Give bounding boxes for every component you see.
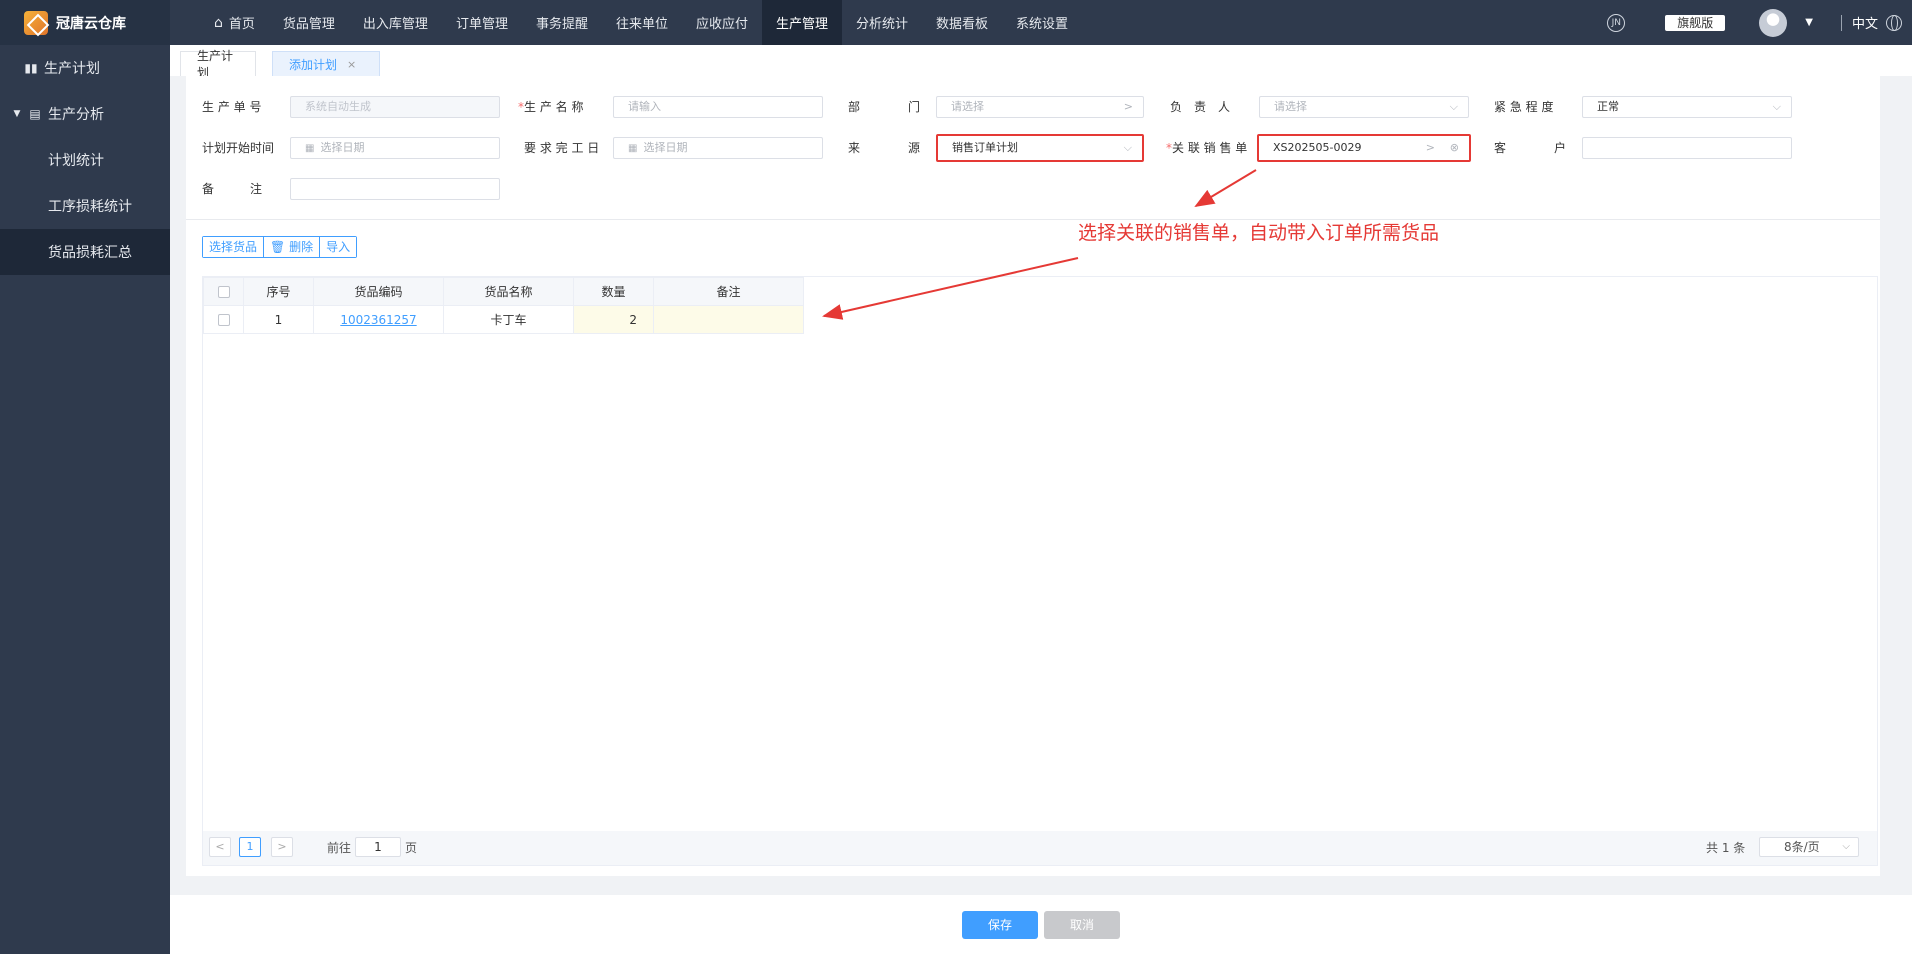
annotation-arrows (822, 169, 1257, 320)
arrow-to-table (822, 257, 1079, 320)
arrow-to-order-field (1194, 169, 1257, 208)
